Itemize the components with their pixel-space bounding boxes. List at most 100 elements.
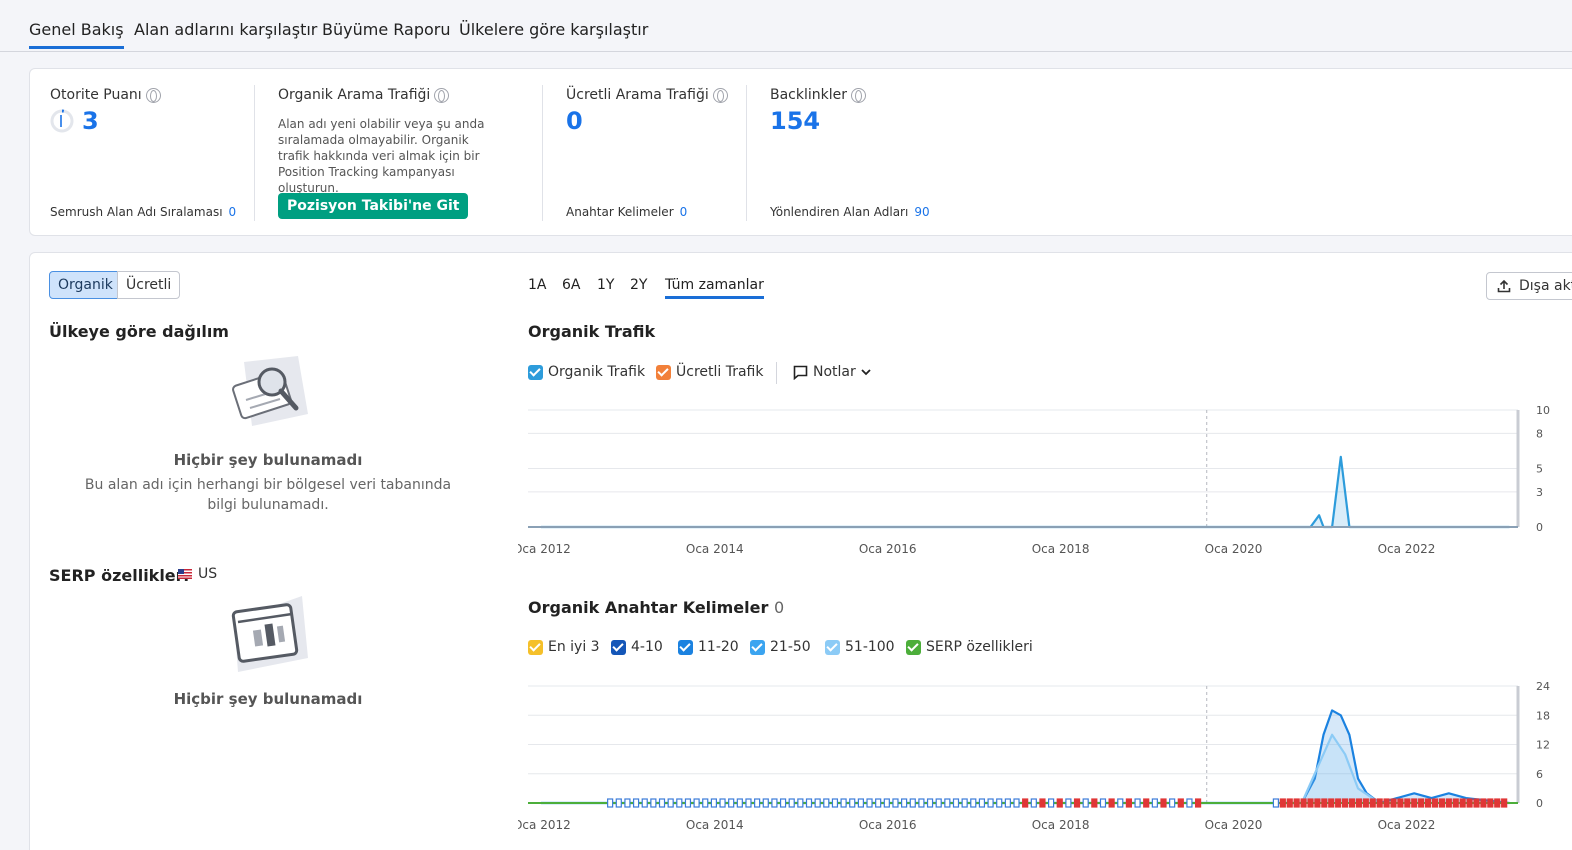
y-tick-label: 3	[1536, 486, 1543, 499]
authority-title-label: Otorite Puanı	[50, 87, 142, 103]
tab-compare-countries[interactable]: Ülkelere göre karşılaştır	[459, 20, 648, 39]
semrush-rank-value[interactable]: 0	[229, 205, 237, 219]
x-tick-label: Oca 2016	[859, 542, 917, 556]
serp-feature-marker	[1501, 798, 1508, 808]
legend-51-100[interactable]: 51-100	[825, 639, 895, 655]
serp-feature-marker	[1494, 798, 1501, 808]
serp-feature-marker	[840, 798, 847, 808]
serp-feature-marker	[996, 798, 1003, 808]
legend-21-50-label: 21-50	[770, 639, 811, 655]
period-2y[interactable]: 2Y	[630, 277, 647, 293]
organic-traffic-title[interactable]: Organik Arama Trafiği	[278, 87, 450, 103]
x-tick-label: Oca 2018	[1032, 542, 1090, 556]
serp-features-title: SERP özellikleri	[49, 566, 190, 585]
period-1y[interactable]: 1Y	[597, 277, 614, 293]
serp-feature-marker	[857, 798, 864, 808]
traffic-chart-title: Organik Trafik	[528, 322, 656, 341]
browser-chart-icon	[231, 596, 308, 672]
x-tick-label: Oca 2020	[1205, 542, 1263, 556]
tab-overview[interactable]: Genel Bakış	[29, 20, 124, 49]
divider	[746, 85, 747, 221]
legend-21-50[interactable]: 21-50	[750, 639, 811, 655]
backlinks-title[interactable]: Backlinkler	[770, 87, 867, 103]
y-tick-label: 0	[1536, 521, 1543, 534]
authority-gauge-icon	[50, 109, 74, 133]
metrics-card: Otorite Puanı 3 Semrush Alan Adı Sıralam…	[29, 68, 1572, 236]
referring-domains-value[interactable]: 90	[914, 205, 929, 219]
serp-feature-marker	[1452, 798, 1459, 808]
serp-feature-marker	[788, 798, 795, 808]
serp-feature-marker	[1082, 798, 1089, 808]
magnifier-document-icon	[232, 356, 308, 426]
export-button[interactable]: Dışa akt	[1486, 272, 1572, 300]
notes-dropdown[interactable]: Notlar	[793, 364, 871, 380]
serp-feature-marker	[952, 798, 960, 808]
legend-paid-traffic[interactable]: Ücretli Trafik	[656, 364, 763, 380]
organic-traffic-desc: Alan adı yeni olabilir veya şu anda sıra…	[278, 117, 485, 195]
segment-paid[interactable]: Ücretli	[117, 271, 181, 299]
legend-top-3-label: En iyi 3	[548, 639, 600, 655]
organic-traffic-chart[interactable]: 10 8 5 3 0 Oca 2012 Oca 2014 Oca 2016 Oca 2018 Oc…	[518, 400, 1572, 565]
serp-feature-marker	[1186, 798, 1193, 808]
organic-keywords-chart[interactable]: 24 18 12 6 0 Oca 2012 Oca 2014 Oca 2016 Oca 2018…	[518, 676, 1572, 841]
legend-top-3[interactable]: En iyi 3	[528, 639, 600, 655]
authority-title[interactable]: Otorite Puanı	[50, 87, 161, 103]
period-1m[interactable]: 1A	[528, 277, 546, 293]
semrush-rank-label: Semrush Alan Adı Sıralaması	[50, 205, 223, 219]
serp-feature-marker	[1286, 798, 1293, 808]
serp-country-label: US	[198, 566, 218, 582]
serp-feature-marker	[1194, 798, 1202, 808]
serp-feature-marker	[667, 798, 674, 808]
note-icon	[793, 365, 808, 380]
serp-country[interactable]: US	[178, 566, 217, 582]
serp-feature-marker	[1480, 798, 1487, 808]
serp-feature-marker	[805, 798, 813, 808]
checkbox-icon	[656, 364, 671, 380]
legend-4-10[interactable]: 4-10	[611, 639, 663, 655]
serp-feature-marker	[1065, 798, 1072, 808]
serp-feature-marker	[1160, 798, 1167, 808]
serp-feature-marker	[754, 798, 761, 808]
serp-feature-marker	[1117, 798, 1124, 808]
serp-feature-marker	[728, 798, 735, 808]
serp-feature-marker	[1459, 798, 1466, 808]
serp-feature-marker	[1293, 798, 1300, 808]
tab-growth-report[interactable]: Büyüme Raporu	[322, 20, 450, 39]
backlinks-value[interactable]: 154	[770, 107, 820, 135]
legend-11-20[interactable]: 11-20	[678, 639, 739, 655]
paid-traffic-title[interactable]: Ücretli Arama Trafiği	[566, 87, 728, 103]
x-tick-label: Oca 2012	[518, 818, 571, 832]
period-6m[interactable]: 6A	[562, 277, 580, 293]
serp-feature-marker	[875, 798, 882, 808]
period-all-time[interactable]: Tüm zamanlar	[665, 277, 764, 299]
serp-feature-marker	[1125, 798, 1133, 808]
y-tick-label: 10	[1536, 404, 1550, 417]
serp-feature-marker	[1307, 798, 1314, 808]
serp-feature-marker	[745, 798, 752, 808]
serp-feature-marker	[1108, 798, 1115, 808]
paid-keywords-value[interactable]: 0	[680, 205, 688, 219]
authority-score[interactable]: 3	[82, 107, 99, 135]
segment-organic[interactable]: Organik	[49, 271, 122, 299]
legend-serp-features[interactable]: SERP özellikleri	[906, 639, 1033, 655]
serp-feature-marker	[1039, 798, 1046, 808]
serp-feature-marker	[1397, 798, 1404, 808]
paid-traffic-value[interactable]: 0	[566, 107, 583, 135]
serp-feature-marker	[1134, 798, 1141, 808]
serp-feature-marker	[762, 798, 769, 808]
x-tick-label: Oca 2022	[1378, 542, 1436, 556]
country-distribution-title: Ülkeye göre dağılım	[49, 322, 229, 341]
chevron-down-icon	[861, 369, 871, 376]
serp-feature-marker	[1487, 798, 1494, 808]
serp-feature-marker	[1362, 798, 1369, 808]
serp-feature-marker	[1466, 798, 1473, 808]
legend-organic-traffic[interactable]: Organik Trafik	[528, 364, 645, 380]
tab-compare-domains[interactable]: Alan adlarını karşılaştır	[134, 20, 317, 39]
serp-feature-marker	[1314, 798, 1321, 808]
referring-domains: Yönlendiren Alan Adları 90	[770, 205, 930, 219]
position-tracking-button[interactable]: Pozisyon Takibi'ne Git	[278, 193, 469, 219]
globe-icon	[712, 87, 728, 103]
serp-feature-marker	[771, 798, 778, 808]
keywords-chart-title: Organik Anahtar Kelimeler 0	[528, 598, 784, 617]
series-line-21-50	[541, 733, 1510, 805]
